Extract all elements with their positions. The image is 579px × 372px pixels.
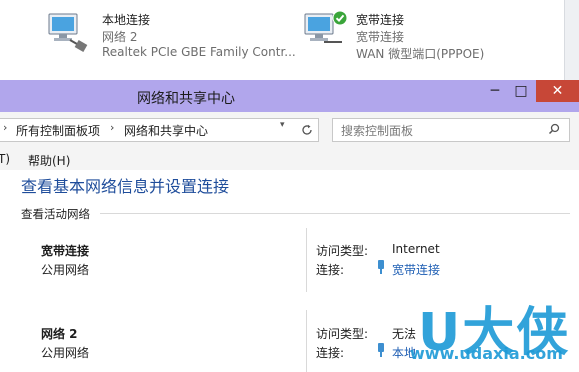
breadcrumb-chevron-icon[interactable]: › — [3, 121, 7, 134]
close-button[interactable]: ✕ — [536, 80, 579, 102]
adapter-name: 本地连接 — [102, 13, 151, 27]
access-type-value: Internet — [392, 242, 440, 256]
menu-item-help[interactable]: 帮助(H) — [28, 152, 70, 169]
access-type-label: 访问类型: — [316, 244, 369, 258]
adapter-network: 宽带连接 — [356, 30, 405, 44]
connection-status-icon — [378, 260, 384, 274]
breadcrumb-item[interactable]: 网络和共享中心 — [124, 122, 208, 139]
breadcrumb-chevron-icon[interactable]: › — [110, 121, 114, 134]
access-type-label: 访问类型: — [316, 327, 369, 341]
search-placeholder: 搜索控制面板 — [341, 124, 414, 138]
network-name: 网络 2 — [41, 327, 78, 341]
connection-label: 连接: — [316, 263, 345, 277]
menu-item-tools[interactable]: T) — [0, 152, 10, 166]
connected-check-icon — [332, 10, 348, 26]
access-type-value: 无法 — [392, 327, 417, 341]
watermark-url: www.udaxia.com — [410, 344, 563, 363]
connection-label: 连接: — [316, 346, 345, 360]
window-title: 网络和共享中心 — [137, 91, 235, 107]
active-networks-label: 查看活动网络 — [21, 207, 90, 221]
adapter-device: Realtek PCIe GBE Family Contr... — [102, 45, 296, 59]
scrollbar[interactable] — [564, 0, 579, 80]
adapter-device: WAN 微型端口(PPPOE) — [356, 47, 485, 61]
page-title: 查看基本网络信息并设置连接 — [21, 177, 230, 196]
network-category[interactable]: 公用网络 — [41, 261, 89, 278]
minimize-button[interactable]: ─ — [482, 80, 508, 102]
adapter-network: 网络 2 — [102, 30, 138, 44]
refresh-icon — [302, 124, 312, 135]
maximize-button[interactable]: □ — [508, 80, 534, 102]
refresh-button[interactable] — [296, 118, 319, 142]
connection-status-icon — [378, 343, 384, 357]
network-adapter-icon — [48, 13, 88, 52]
network-category[interactable]: 公用网络 — [41, 344, 89, 361]
address-dropdown-icon[interactable]: ▾ — [280, 120, 285, 130]
column-divider — [306, 310, 307, 372]
connection-link[interactable]: 宽带连接 — [392, 261, 440, 278]
network-name: 宽带连接 — [41, 244, 90, 258]
adapter-name: 宽带连接 — [356, 13, 405, 27]
adapter-local-connection[interactable]: 本地连接 网络 2 Realtek PCIe GBE Family Contr.… — [46, 8, 296, 70]
search-icon[interactable] — [548, 123, 560, 135]
adapter-broadband-connection[interactable]: 宽带连接 宽带连接 WAN 微型端口(PPPOE) — [302, 8, 542, 70]
column-divider — [306, 228, 307, 292]
menu-bar — [0, 148, 579, 170]
breadcrumb-item[interactable]: 所有控制面板项 — [16, 122, 100, 139]
section-divider — [100, 213, 570, 214]
